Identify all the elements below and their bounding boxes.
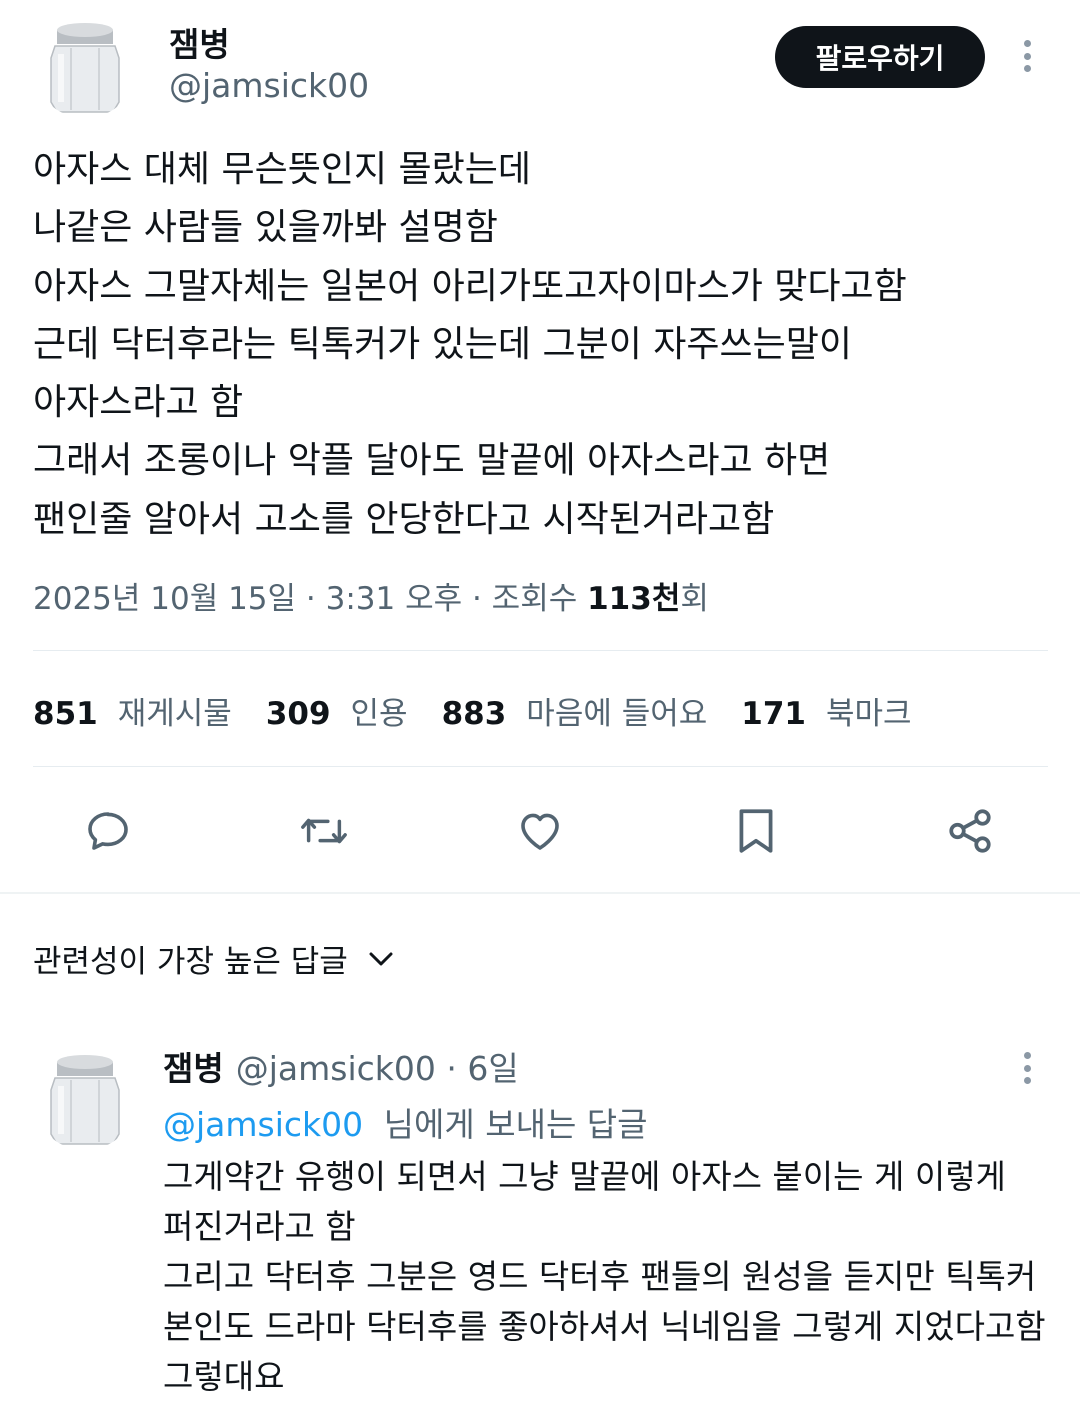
- jar-avatar-image: [33, 14, 137, 118]
- reply-text-line: 본인도 드라마 닥터후를 좋아하셔서 닉네임을 그렇게 지었다고함: [163, 1307, 1046, 1346]
- reply-text-line: 그리고 닥터후 그분은 영드 닥터후 팬들의 원성을 듣지만 틱톡커: [163, 1257, 1037, 1296]
- divider: [33, 650, 1048, 651]
- reply-text-line: 퍼진거라고 함: [163, 1207, 356, 1246]
- bookmark-icon: [739, 809, 773, 853]
- more-icon[interactable]: [1022, 1052, 1032, 1084]
- tweet-text-line: 근데 닥터후라는 틱톡커가 있는데 그분이 자주쓰는말이: [33, 323, 852, 365]
- tweet-timestamp[interactable]: 2025년 10월 15일 · 3:31 오후 · 조회수: [33, 573, 587, 618]
- reply-icon: [88, 812, 128, 850]
- follow-button[interactable]: 팔로우하기: [775, 26, 985, 88]
- reply-author-handle[interactable]: @jamsick00: [236, 1049, 436, 1088]
- author-handle[interactable]: @jamsick00: [169, 66, 369, 105]
- section-divider: [0, 892, 1080, 894]
- stat-label: 북마크: [826, 696, 912, 732]
- more-icon[interactable]: [1022, 40, 1032, 72]
- retweet-button[interactable]: [299, 806, 349, 856]
- author-name[interactable]: 잼병: [169, 18, 230, 66]
- divider: [33, 766, 1048, 767]
- stat-number: 171: [741, 696, 806, 732]
- tweet-text-line: 그래서 조롱이나 악플 달아도 말끝에 아자스라고 하면: [33, 440, 831, 482]
- stat-label: 재게시물: [117, 696, 232, 732]
- tweet-text-line: 아자스 대체 무슨뜻인지 몰랐는데: [33, 149, 532, 190]
- tweet-text: 아자스 대체 무슨뜻인지 몰랐는데 나같은 사람들 있을까봐 설명함 아자스 그…: [33, 141, 1053, 549]
- stat-number: 851: [33, 696, 98, 732]
- view-count: 113천: [587, 581, 681, 617]
- bookmark-stat[interactable]: 171 북마크: [741, 688, 911, 733]
- replying-to-suffix: 님에게 보내는 답글: [383, 1105, 648, 1144]
- retweet-icon: [301, 818, 347, 844]
- replying-to: @jamsick00 님에게 보내는 답글: [163, 1098, 648, 1146]
- reply-text: 그게약간 유행이 되면서 그냥 말끝에 아자스 붙이는 게 이렇게 퍼진거라고 …: [163, 1152, 1063, 1402]
- heart-icon: [521, 813, 559, 850]
- reply-time[interactable]: · 6일: [436, 1042, 518, 1090]
- sort-label: 관련성이 가장 높은 답글: [33, 944, 348, 980]
- stat-label: 인용: [350, 696, 408, 732]
- author-avatar[interactable]: [33, 14, 137, 118]
- reply-author-avatar[interactable]: [33, 1046, 137, 1150]
- tweet-text-line: 팬인줄 알아서 고소를 안당한다고 시작된거라고함: [33, 498, 775, 540]
- reply-header: 잼병 @jamsick00 · 6일: [163, 1042, 519, 1090]
- reply-sort-dropdown[interactable]: 관련성이 가장 높은 답글: [33, 936, 394, 981]
- view-count-suffix: 회: [680, 581, 709, 617]
- engagement-stats: 851 재게시물 309 인용 883 마음에 들어요 171 북마크: [33, 688, 946, 733]
- share-icon: [949, 809, 991, 853]
- tweet-meta: 2025년 10월 15일 · 3:31 오후 · 조회수 113천 회: [33, 573, 709, 618]
- stat-number: 883: [441, 696, 507, 732]
- stat-number: 309: [265, 696, 331, 732]
- reply-text-line: 그게약간 유행이 되면서 그냥 말끝에 아자스 붙이는 게 이렇게: [163, 1157, 1006, 1196]
- mention-link[interactable]: @jamsick00: [163, 1105, 363, 1144]
- repost-stat[interactable]: 851 재게시물: [33, 688, 232, 733]
- share-button[interactable]: [945, 806, 995, 856]
- reply-button[interactable]: [83, 806, 133, 856]
- reply-text-line: 그렇대요: [163, 1357, 285, 1396]
- bookmark-button[interactable]: [731, 806, 781, 856]
- tweet-text-line: 나같은 사람들 있을까봐 설명함: [33, 207, 498, 249]
- tweet-text-line: 아자스 그말자체는 일본어 아리가또고자이마스가 맞다고함: [33, 265, 907, 307]
- chevron-down-icon: [368, 950, 394, 968]
- stat-label: 마음에 들어요: [526, 696, 708, 732]
- quote-stat[interactable]: 309 인용: [266, 688, 408, 733]
- like-button[interactable]: [515, 806, 565, 856]
- jar-avatar-image: [33, 1046, 137, 1150]
- reply-author-name[interactable]: 잼병: [163, 1042, 224, 1090]
- like-stat[interactable]: 883 마음에 들어요: [442, 688, 708, 733]
- tweet-text-line: 아자스라고 함: [33, 382, 244, 424]
